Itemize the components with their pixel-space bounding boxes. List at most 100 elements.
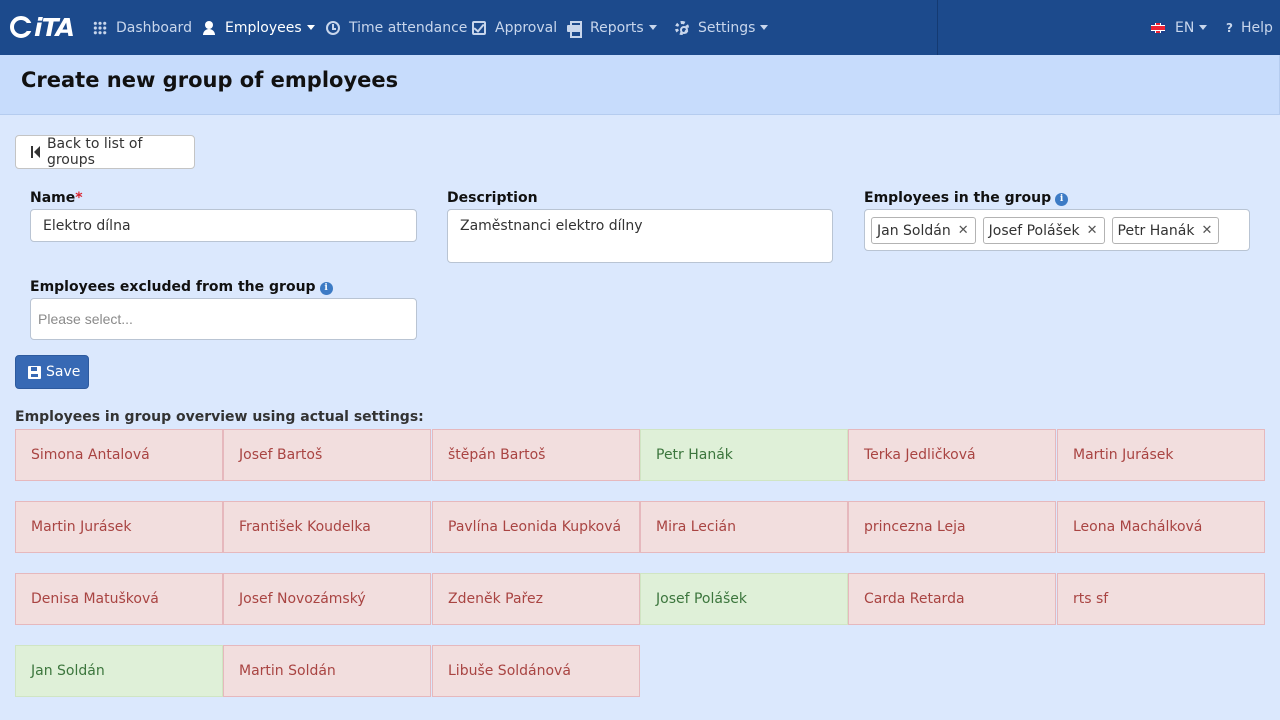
employee-cell: Pavlína Leonida Kupková [432, 501, 640, 553]
excluded-employees-label: Employees excluded from the group i [30, 279, 333, 295]
included-employees-select[interactable]: Jan Soldán ✕ Josef Polášek ✕ Petr Hanák ✕ [864, 209, 1250, 251]
check-square-icon [472, 20, 486, 35]
nav-employees[interactable]: Employees [202, 0, 315, 55]
employee-cell-name: Libuše Soldánová [448, 663, 571, 679]
employee-tag-label: Petr Hanák [1117, 222, 1195, 239]
nav-employees-label: Employees [225, 19, 302, 36]
employee-cell-name: Denisa Matušková [31, 591, 159, 607]
help-label: Help [1240, 19, 1273, 36]
name-input[interactable]: Elektro dílna [30, 209, 417, 242]
chevron-down-icon [306, 25, 315, 30]
employee-cell-name: Martin Soldán [239, 663, 336, 679]
nav-settings[interactable]: Settings [675, 0, 769, 55]
employee-cell: Mira Lecián [640, 501, 848, 553]
remove-tag-icon[interactable]: ✕ [1087, 223, 1098, 238]
employee-cell: Carda Retarda [848, 573, 1056, 625]
uk-flag-icon [1151, 22, 1165, 33]
remove-tag-icon[interactable]: ✕ [958, 223, 969, 238]
save-button-label: Save [46, 364, 81, 380]
nav-help[interactable]: ? Help [1226, 0, 1273, 55]
employee-tag-label: Josef Polášek [988, 222, 1080, 239]
description-textarea[interactable]: Zaměstnanci elektro dílny [447, 209, 833, 263]
nav-settings-label: Settings [698, 19, 756, 36]
employee-cell-name: Petr Hanák [656, 447, 733, 463]
employee-tag-label: Jan Soldán [877, 222, 951, 239]
floppy-disk-icon [28, 365, 41, 379]
excluded-employees-label-text: Employees excluded from the group [30, 279, 316, 295]
nav-time-attendance[interactable]: Time attendance [326, 0, 467, 55]
employee-tag: Jan Soldán ✕ [871, 217, 976, 244]
employee-cell-name: Pavlína Leonida Kupková [448, 519, 622, 535]
employee-cell: Martin Soldán [223, 645, 431, 697]
user-icon [202, 20, 216, 35]
name-label: Name* [30, 190, 83, 206]
nav-approval[interactable]: Approval [472, 0, 557, 55]
employee-cell: Denisa Matušková [15, 573, 223, 625]
nav-reports-label: Reports [590, 19, 644, 36]
employee-cell: princezna Leja [848, 501, 1056, 553]
name-input-value: Elektro dílna [43, 217, 131, 234]
employee-cell: Simona Antalová [15, 429, 223, 481]
employee-cell: štěpán Bartoš [432, 429, 640, 481]
employee-cell: Josef Bartoš [223, 429, 431, 481]
description-value: Zaměstnanci elektro dílny [460, 218, 643, 234]
info-icon[interactable]: i [1055, 193, 1069, 206]
nav-dashboard[interactable]: Dashboard [93, 0, 192, 55]
employee-cell-name: Zdeněk Pařez [448, 591, 543, 607]
included-employees-label-text: Employees in the group [864, 190, 1052, 206]
chevron-down-icon [648, 25, 657, 30]
employee-cell-name: František Koudelka [239, 519, 371, 535]
grid-icon [93, 20, 107, 35]
excluded-placeholder: Please select... [38, 311, 133, 327]
language-selector[interactable]: EN [1151, 0, 1208, 55]
description-label: Description [447, 190, 538, 206]
overview-title: Employees in group overview using actual… [15, 409, 424, 425]
employee-cell: František Koudelka [223, 501, 431, 553]
employee-tag: Petr Hanák ✕ [1111, 217, 1220, 244]
clock-icon [326, 20, 340, 35]
step-backward-icon [31, 146, 40, 158]
employee-cell: rts sf [1057, 573, 1265, 625]
employee-cell: Terka Jedličková [848, 429, 1056, 481]
excluded-employees-select[interactable]: Please select... [30, 298, 417, 340]
employee-cell-name: Jan Soldán [31, 663, 105, 679]
employee-cell-name: Carda Retarda [864, 591, 965, 607]
chevron-down-icon [1199, 25, 1208, 30]
employee-cell: Josef Polášek [640, 573, 848, 625]
employee-cell: Libuše Soldánová [432, 645, 640, 697]
nav-dashboard-label: Dashboard [116, 19, 192, 36]
page-header: Create new group of employees [0, 55, 1280, 115]
employee-cell-name: Simona Antalová [31, 447, 150, 463]
info-icon[interactable]: i [319, 282, 333, 295]
gear-icon [675, 20, 689, 35]
employee-cell-name: princezna Leja [864, 519, 966, 535]
employee-cell-name: Terka Jedličková [864, 447, 976, 463]
logo-ring-icon [10, 16, 33, 38]
name-label-text: Name [30, 190, 76, 206]
print-icon [567, 20, 582, 38]
top-navbar: iTA Dashboard Employees Time attendance … [0, 0, 1280, 55]
employee-cell: Martin Jurásek [1057, 429, 1265, 481]
employee-cell: Zdeněk Pařez [432, 573, 640, 625]
employee-cell: Josef Novozámský [223, 573, 431, 625]
nav-approval-label: Approval [495, 19, 558, 36]
logo-text: iTA [34, 12, 75, 42]
back-button-label: Back to list of groups [46, 136, 143, 168]
nav-time-attendance-label: Time attendance [349, 19, 468, 36]
nav-reports[interactable]: Reports [567, 0, 657, 55]
language-label: EN [1175, 19, 1195, 36]
employee-cell: Martin Jurásek [15, 501, 223, 553]
page-title: Create new group of employees [21, 68, 399, 92]
employee-cell-name: Josef Novozámský [239, 591, 366, 607]
remove-tag-icon[interactable]: ✕ [1201, 223, 1212, 238]
nav-divider [937, 0, 938, 55]
back-to-groups-button[interactable]: Back to list of groups [15, 135, 195, 169]
ita-logo[interactable]: iTA [10, 12, 75, 42]
save-button[interactable]: Save [15, 355, 89, 389]
employee-cell: Jan Soldán [15, 645, 223, 697]
employee-cell-name: Leona Machálková [1073, 519, 1203, 535]
employee-cell-name: Josef Bartoš [239, 447, 323, 463]
employee-cell-name: rts sf [1073, 591, 1109, 607]
employee-cell-name: Mira Lecián [656, 519, 736, 535]
employee-cell: Petr Hanák [640, 429, 848, 481]
